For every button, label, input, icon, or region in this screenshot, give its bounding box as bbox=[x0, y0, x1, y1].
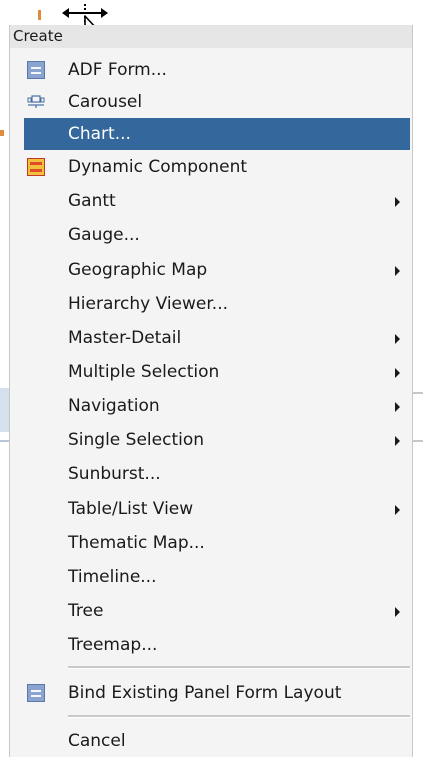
menu-item-gantt[interactable]: Gantt bbox=[24, 185, 410, 217]
menu-item-table-list-view[interactable]: Table/List View bbox=[24, 493, 410, 525]
menu-item-label: Multiple Selection bbox=[68, 362, 220, 382]
menu-item-gauge[interactable]: Gauge... bbox=[24, 219, 410, 251]
menu-item-label: Chart... bbox=[68, 124, 131, 144]
menu-item-treemap[interactable]: Treemap... bbox=[24, 629, 410, 661]
menu-item-hierarchy-viewer[interactable]: Hierarchy Viewer... bbox=[24, 288, 410, 320]
menu-item-thematic-map[interactable]: Thematic Map... bbox=[24, 527, 410, 559]
submenu-arrow-icon bbox=[395, 368, 400, 378]
menu-item-master-detail[interactable]: Master-Detail bbox=[24, 322, 410, 354]
submenu-arrow-icon bbox=[395, 436, 400, 446]
menu-item-label: Geographic Map bbox=[68, 260, 208, 280]
menu-item-label: Cancel bbox=[68, 731, 126, 751]
menu-item-geographic-map[interactable]: Geographic Map bbox=[24, 254, 410, 286]
submenu-arrow-icon bbox=[395, 197, 400, 207]
menu-item-label: Gantt bbox=[68, 191, 116, 211]
submenu-arrow-icon bbox=[395, 505, 400, 515]
submenu-arrow-icon bbox=[395, 334, 400, 344]
menu-item-dynamic-component[interactable]: Dynamic Component bbox=[24, 151, 410, 183]
menu-item-navigation[interactable]: Navigation bbox=[24, 390, 410, 422]
menu-item-single-selection[interactable]: Single Selection bbox=[24, 424, 410, 456]
menu-item-label: Tree bbox=[68, 601, 104, 621]
menu-item-label: Master-Detail bbox=[68, 328, 182, 348]
menu-separator bbox=[68, 715, 410, 718]
menu-item-label: Hierarchy Viewer... bbox=[68, 294, 229, 314]
carousel-icon bbox=[27, 95, 45, 108]
menu-item-chart[interactable]: Chart... bbox=[24, 118, 410, 150]
menu-item-label: Navigation bbox=[68, 396, 160, 416]
menu-separator bbox=[68, 666, 410, 669]
submenu-arrow-icon bbox=[395, 402, 400, 412]
menu-item-label: Gauge... bbox=[68, 225, 140, 245]
menu-item-multiple-selection[interactable]: Multiple Selection bbox=[24, 356, 410, 388]
menu-item-label: Bind Existing Panel Form Layout bbox=[68, 683, 342, 703]
submenu-arrow-icon bbox=[395, 607, 400, 617]
menu-item-tree[interactable]: Tree bbox=[24, 595, 410, 627]
menu-item-label: Dynamic Component bbox=[68, 157, 248, 177]
menu-item-label: Carousel bbox=[68, 92, 143, 112]
dynamic-component-icon bbox=[27, 158, 45, 176]
menu-item-label: Thematic Map... bbox=[68, 533, 205, 553]
menu-item-label: Treemap... bbox=[68, 635, 158, 655]
menu-item-label: Single Selection bbox=[68, 430, 205, 450]
menu-item-adf-form[interactable]: ADF Form... bbox=[24, 54, 410, 86]
menu-header: Create bbox=[10, 25, 412, 48]
background-fragment bbox=[38, 10, 41, 20]
form-icon bbox=[27, 61, 45, 79]
menu-item-timeline[interactable]: Timeline... bbox=[24, 561, 410, 593]
background-fragment bbox=[0, 388, 9, 432]
submenu-arrow-icon bbox=[395, 266, 400, 276]
background-fragment bbox=[0, 130, 4, 136]
background-fragment bbox=[413, 392, 423, 394]
form-icon bbox=[27, 684, 45, 702]
menu-item-label: Timeline... bbox=[68, 567, 157, 587]
menu-item-label: Sunburst... bbox=[68, 464, 161, 484]
menu-item-sunburst[interactable]: Sunburst... bbox=[24, 458, 410, 490]
create-context-menu: Create ADF Form... Carousel Chart... Dyn… bbox=[9, 25, 413, 757]
screen: Create ADF Form... Carousel Chart... Dyn… bbox=[0, 0, 423, 757]
menu-item-label: ADF Form... bbox=[68, 60, 167, 80]
menu-item-bind-existing-panel-form-layout[interactable]: Bind Existing Panel Form Layout bbox=[24, 677, 410, 709]
menu-item-label: Table/List View bbox=[68, 499, 194, 519]
background-fragment bbox=[0, 440, 9, 442]
menu-item-cancel[interactable]: Cancel bbox=[24, 725, 410, 757]
background-fragment bbox=[413, 440, 423, 442]
menu-item-carousel[interactable]: Carousel bbox=[24, 86, 410, 118]
